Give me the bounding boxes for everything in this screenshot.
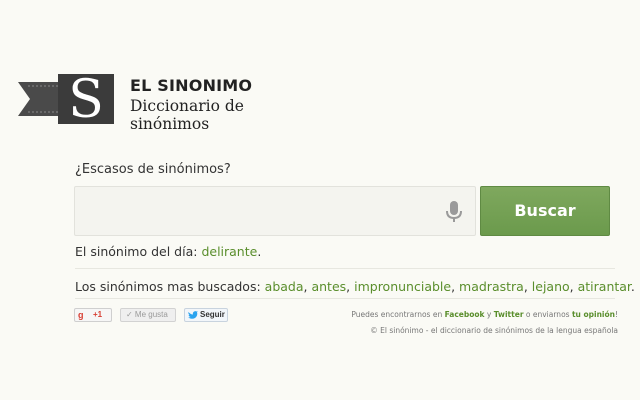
footer-text: Puedes encontrarnos en: [351, 310, 445, 319]
facebook-like-button[interactable]: ✓ Me gusta: [120, 308, 176, 322]
popular-label: Los sinónimos mas buscados:: [75, 279, 261, 294]
popular-end: .: [630, 279, 635, 294]
popular-word-link[interactable]: madrastra: [459, 279, 524, 294]
page: S EL SINONIMO Diccionario de sinónimos ¿…: [0, 0, 640, 400]
popular-word-link[interactable]: abada: [265, 279, 304, 294]
separator: ,: [523, 279, 532, 294]
twitter-link[interactable]: Twitter: [494, 310, 524, 319]
daily-label: El sinónimo del día:: [75, 244, 198, 259]
daily-word-link[interactable]: delirante: [201, 244, 257, 259]
popular-word-link[interactable]: impronunciable: [354, 279, 451, 294]
site-logo[interactable]: S EL SINONIMO Diccionario de sinónimos: [18, 74, 318, 133]
logo-ribbon-icon: S: [18, 74, 114, 124]
popular-word-link[interactable]: antes: [311, 279, 346, 294]
daily-synonym: El sinónimo del día: delirante.: [75, 244, 261, 259]
microphone-icon[interactable]: [445, 201, 463, 223]
copyright: © El sinónimo - el diccionario de sinóni…: [370, 326, 618, 335]
twitter-follow-button[interactable]: Seguir: [184, 308, 228, 322]
brand-title: EL SINONIMO: [130, 76, 253, 95]
footer-text: !: [614, 310, 618, 319]
opinion-link[interactable]: tu opinión: [572, 310, 615, 319]
popular-word-link[interactable]: atirantar: [578, 279, 631, 294]
footer-text: o enviarnos: [523, 310, 572, 319]
google-plus-icon: g: [78, 310, 84, 320]
search-box: [74, 186, 476, 236]
search-input[interactable]: [75, 187, 435, 235]
search-question: ¿Escasos de sinónimos?: [75, 162, 231, 177]
footer-text: y: [484, 310, 494, 319]
popular-synonyms: Los sinónimos mas buscados: abada, antes…: [75, 279, 635, 294]
follow-label: Seguir: [200, 310, 225, 319]
search-button[interactable]: Buscar: [480, 186, 610, 236]
twitter-bird-icon: [188, 311, 198, 319]
divider: [75, 268, 615, 269]
daily-end: .: [257, 244, 262, 259]
separator: ,: [346, 279, 355, 294]
divider: [75, 298, 615, 299]
google-plus-button[interactable]: g +1: [74, 308, 112, 322]
logo-letter: S: [68, 74, 104, 124]
brand-subtitle: Diccionario de sinónimos: [130, 97, 244, 133]
facebook-link[interactable]: Facebook: [445, 310, 485, 319]
google-plus-count: +1: [93, 310, 103, 319]
popular-word-link[interactable]: lejano: [532, 279, 570, 294]
separator: ,: [569, 279, 578, 294]
footer-links: Puedes encontrarnos en Facebook y Twitte…: [351, 310, 618, 319]
separator: ,: [451, 279, 460, 294]
